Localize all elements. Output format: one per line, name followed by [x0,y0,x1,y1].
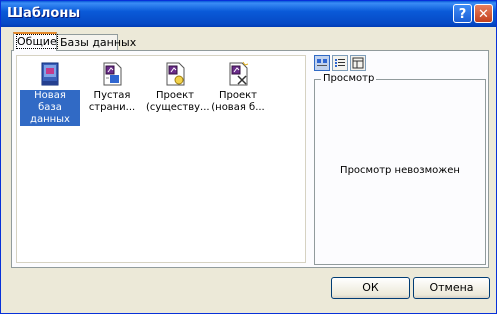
details-button[interactable] [350,55,366,71]
help-button[interactable]: ? [453,4,472,23]
data-access-page-icon [98,60,126,88]
template-label: Проект (новая б... [211,90,265,113]
project-new-icon [224,60,252,88]
tab-general[interactable]: Общие [13,32,58,51]
cancel-button[interactable]: Отмена [413,277,490,299]
large-icons-button[interactable] [314,55,330,71]
database-icon [36,60,64,88]
list-icon [335,59,345,67]
project-existing-icon [161,60,189,88]
ok-button[interactable]: ОК [331,277,410,299]
tab-databases[interactable]: Базы данных [56,34,136,50]
template-label: Новая база данных [20,90,80,126]
templates-dialog: Шаблоны ? ✕ Общие Базы данных Новая база… [0,0,497,314]
preview-label: Просмотр [321,73,377,84]
template-label: Пустая страни... [88,90,136,113]
preview-message: Просмотр невозможен [340,165,460,176]
template-project-new[interactable]: Проект (новая б... [208,58,268,114]
list-button[interactable] [332,55,348,71]
template-new-database[interactable]: Новая база данных [20,58,80,126]
large-icons-icon [317,59,327,66]
preview-group: Просмотр Просмотр невозможен [314,73,486,265]
template-list[interactable]: Новая база данных Пустая страни... Проек… [16,55,306,263]
template-label: Проект (существу... [146,90,210,113]
template-blank-page[interactable]: Пустая страни... [82,58,142,114]
right-pane: Просмотр Просмотр невозможен [314,55,486,265]
window-title: Шаблоны [7,6,81,21]
title-bar[interactable]: Шаблоны ? ✕ [1,1,496,27]
template-project-existing[interactable]: Проект (существу... [145,58,210,114]
details-icon [352,57,364,69]
close-button[interactable]: ✕ [474,4,493,23]
tab-panel: Новая база данных Пустая страни... Проек… [11,50,489,268]
